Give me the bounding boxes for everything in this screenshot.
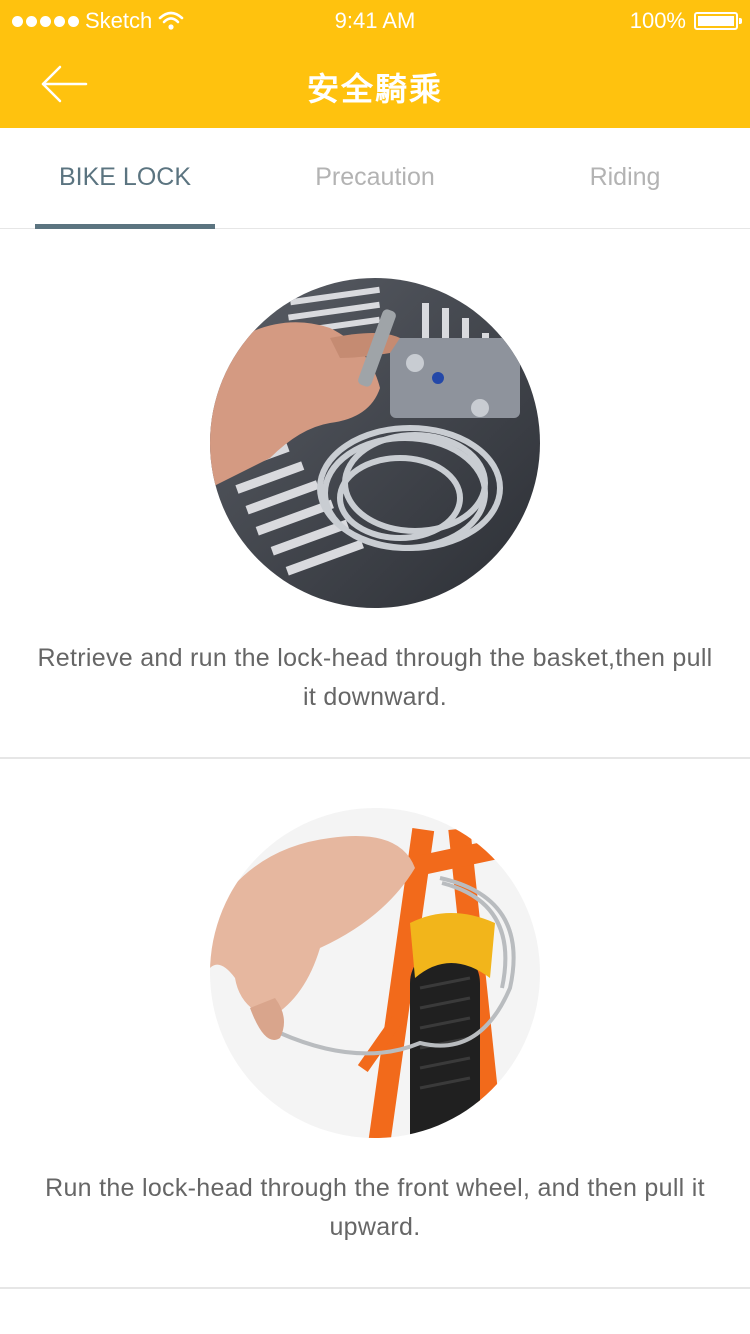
cable-lock-front-wheel-photo — [210, 808, 540, 1138]
navbar: 安全騎乘 — [0, 40, 750, 128]
step-card: Run the lock-head through the front whee… — [0, 759, 750, 1289]
tab-bike-lock[interactable]: BIKE LOCK — [0, 128, 250, 228]
app-header: Sketch 9:41 AM 100% 安全騎乘 — [0, 0, 750, 128]
step-caption: Retrieve and run the lock-head through t… — [37, 644, 713, 711]
battery-percent: 100% — [629, 8, 686, 33]
step-caption: Run the lock-head through the front whee… — [45, 1174, 705, 1241]
step-card: Retrieve and run the lock-head through t… — [0, 229, 750, 759]
battery-icon — [694, 12, 742, 30]
cable-lock-basket-photo — [210, 278, 540, 608]
page-title: 安全騎乘 — [306, 71, 443, 107]
tab-riding[interactable]: Riding — [500, 128, 750, 228]
tab-bar: BIKE LOCK Precaution Riding — [0, 128, 750, 229]
status-bar: Sketch 9:41 AM 100% — [0, 0, 750, 40]
tab-precaution[interactable]: Precaution — [250, 128, 500, 228]
battery-group: 100% — [629, 8, 742, 34]
